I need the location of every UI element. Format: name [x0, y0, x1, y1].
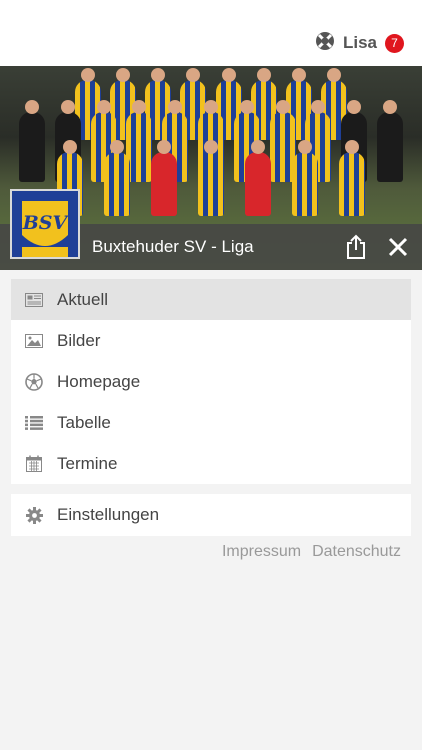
- menu-item-tabelle[interactable]: Tabelle: [11, 402, 411, 443]
- soccer-ball-icon: [25, 372, 43, 391]
- datenschutz-link[interactable]: Datenschutz: [312, 543, 401, 561]
- list-icon: [25, 414, 43, 432]
- menu-item-bilder[interactable]: Bilder: [11, 320, 411, 361]
- notification-badge[interactable]: 7: [385, 33, 404, 53]
- menu-item-homepage[interactable]: Homepage: [11, 361, 411, 402]
- settings-label: Einstellungen: [57, 505, 160, 524]
- menu-item-label: Homepage: [57, 371, 141, 391]
- svg-text:BSV: BSV: [22, 212, 70, 234]
- impressum-link[interactable]: Impressum: [222, 543, 301, 561]
- calendar-icon: [25, 455, 43, 473]
- menu-item-label: Aktuell: [57, 289, 109, 309]
- newspaper-icon: [25, 291, 43, 309]
- gear-icon: [25, 506, 43, 524]
- menu-item-termine[interactable]: Termine: [11, 443, 411, 484]
- menu-item-aktuell[interactable]: Aktuell: [11, 279, 411, 320]
- main-menu: Aktuell Bilder Homepage Tabelle Termine: [11, 279, 411, 484]
- menu-item-label: Bilder: [57, 330, 101, 350]
- footer-links: Impressum Datenschutz: [222, 543, 401, 561]
- club-title: Buxtehuder SV - Liga: [92, 237, 254, 256]
- image-icon: [25, 332, 43, 350]
- top-bar: Lisa 7: [0, 0, 422, 66]
- share-icon[interactable]: [338, 229, 374, 265]
- club-logo: BSV: [10, 189, 80, 259]
- menu-item-label: Termine: [57, 453, 118, 473]
- user-profile-icon: [315, 31, 335, 56]
- menu-item-label: Tabelle: [57, 412, 111, 432]
- user-name: Lisa: [342, 33, 377, 52]
- settings-item[interactable]: Einstellungen: [11, 494, 411, 536]
- user-menu[interactable]: Lisa 7: [315, 31, 404, 56]
- close-icon[interactable]: [380, 229, 416, 265]
